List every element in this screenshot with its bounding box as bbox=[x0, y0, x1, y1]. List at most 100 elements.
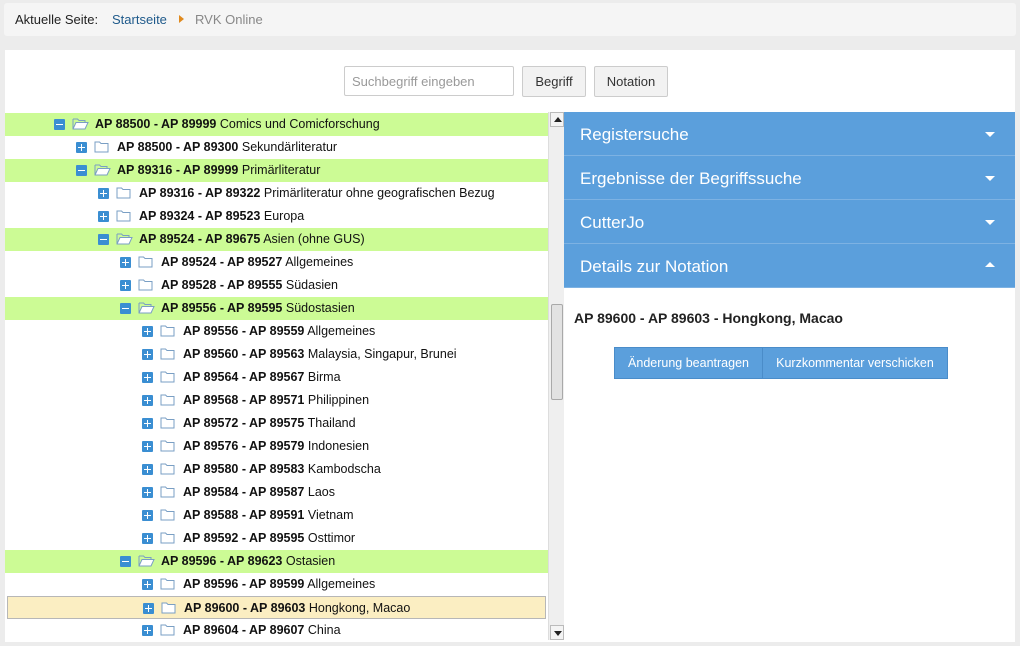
tree-row[interactable]: AP 89568 - AP 89571 Philippinen bbox=[5, 389, 548, 412]
tree-row-label[interactable]: AP 89316 - AP 89999 Primärliteratur bbox=[117, 163, 320, 177]
expand-icon[interactable] bbox=[76, 142, 87, 153]
tree-row[interactable]: AP 89596 - AP 89623 Ostasien bbox=[5, 550, 548, 573]
folder-icon bbox=[160, 623, 175, 636]
begriff-search-button[interactable]: Begriff bbox=[522, 66, 586, 97]
expand-icon[interactable] bbox=[142, 510, 153, 521]
tree-row[interactable]: AP 89524 - AP 89527 Allgemeines bbox=[5, 251, 548, 274]
notation-tree: AP 88500 - AP 89999 Comics und Comicfors… bbox=[5, 112, 564, 642]
tree-row[interactable]: AP 89316 - AP 89322 Primärliteratur ohne… bbox=[5, 182, 548, 205]
expand-icon[interactable] bbox=[142, 349, 153, 360]
accordion-header-registersuche[interactable]: Registersuche bbox=[564, 112, 1015, 156]
scroll-thumb[interactable] bbox=[551, 304, 563, 400]
accordion-header-notation-details[interactable]: Details zur Notation bbox=[564, 244, 1015, 288]
tree-row-label[interactable]: AP 89560 - AP 89563 Malaysia, Singapur, … bbox=[183, 347, 457, 361]
tree-row[interactable]: AP 89528 - AP 89555 Südasien bbox=[5, 274, 548, 297]
tree-row-label[interactable]: AP 88500 - AP 89999 Comics und Comicfors… bbox=[95, 117, 380, 131]
scroll-down-icon[interactable] bbox=[550, 625, 564, 640]
tree-row[interactable]: AP 89556 - AP 89595 Südostasien bbox=[5, 297, 548, 320]
notation-label: Südasien bbox=[285, 278, 338, 292]
send-comment-button[interactable]: Kurzkommentar verschicken bbox=[762, 347, 948, 379]
breadcrumb-home-link[interactable]: Startseite bbox=[112, 12, 167, 27]
tree-row[interactable]: AP 89576 - AP 89579 Indonesien bbox=[5, 435, 548, 458]
folder-icon bbox=[116, 209, 131, 222]
collapse-icon[interactable] bbox=[120, 556, 131, 567]
tree-row-label[interactable]: AP 89596 - AP 89623 Ostasien bbox=[161, 554, 335, 568]
folder-icon bbox=[161, 601, 176, 614]
expand-icon[interactable] bbox=[142, 441, 153, 452]
expand-icon[interactable] bbox=[142, 625, 153, 636]
tree-row-label[interactable]: AP 89324 - AP 89523 Europa bbox=[139, 209, 304, 223]
tree-row[interactable]: AP 89572 - AP 89575 Thailand bbox=[5, 412, 548, 435]
expand-icon[interactable] bbox=[143, 603, 154, 614]
tree-row[interactable]: AP 89556 - AP 89559 Allgemeines bbox=[5, 320, 548, 343]
tree-row-label[interactable]: AP 88500 - AP 89300 Sekundärliteratur bbox=[117, 140, 337, 154]
expand-icon[interactable] bbox=[120, 280, 131, 291]
expand-icon[interactable] bbox=[98, 211, 109, 222]
expand-icon[interactable] bbox=[142, 418, 153, 429]
collapse-icon[interactable] bbox=[76, 165, 87, 176]
tree-row-label[interactable]: AP 89528 - AP 89555 Südasien bbox=[161, 278, 338, 292]
tree-row-label[interactable]: AP 89580 - AP 89583 Kambodscha bbox=[183, 462, 381, 476]
notation-label: Malaysia, Singapur, Brunei bbox=[307, 347, 457, 361]
folder-icon bbox=[94, 140, 109, 153]
notation-label: Allgemeines bbox=[307, 324, 376, 338]
tree-row-label[interactable]: AP 89556 - AP 89595 Südostasien bbox=[161, 301, 355, 315]
tree-row-label[interactable]: AP 89564 - AP 89567 Birma bbox=[183, 370, 341, 384]
folder-icon bbox=[138, 278, 153, 291]
tree-row-label[interactable]: AP 89576 - AP 89579 Indonesien bbox=[183, 439, 369, 453]
notation-code: AP 89556 - AP 89595 bbox=[161, 301, 283, 315]
breadcrumb: Aktuelle Seite: Startseite RVK Online bbox=[4, 3, 1016, 36]
tree-row[interactable]: AP 89560 - AP 89563 Malaysia, Singapur, … bbox=[5, 343, 548, 366]
expand-icon[interactable] bbox=[98, 188, 109, 199]
search-input[interactable] bbox=[344, 66, 514, 96]
tree-row[interactable]: AP 89604 - AP 89607 China bbox=[5, 619, 548, 642]
tree-row-label[interactable]: AP 89524 - AP 89675 Asien (ohne GUS) bbox=[139, 232, 365, 246]
expand-icon[interactable] bbox=[142, 372, 153, 383]
accordion-header-begriffssuche-results[interactable]: Ergebnisse der Begriffssuche bbox=[564, 156, 1015, 200]
expand-icon[interactable] bbox=[142, 326, 153, 337]
tree-row[interactable]: AP 89592 - AP 89595 Osttimor bbox=[5, 527, 548, 550]
notation-code: AP 88500 - AP 89300 bbox=[117, 140, 239, 154]
tree-row[interactable]: AP 89596 - AP 89599 Allgemeines bbox=[5, 573, 548, 596]
notation-label: Asien (ohne GUS) bbox=[263, 232, 365, 246]
scroll-up-icon[interactable] bbox=[550, 112, 564, 127]
tree-row[interactable]: AP 89600 - AP 89603 Hongkong, Macao bbox=[7, 596, 546, 619]
expand-icon[interactable] bbox=[142, 395, 153, 406]
expand-icon[interactable] bbox=[142, 464, 153, 475]
collapse-icon[interactable] bbox=[120, 303, 131, 314]
tree-row[interactable]: AP 89324 - AP 89523 Europa bbox=[5, 205, 548, 228]
breadcrumb-separator-icon bbox=[179, 15, 184, 23]
collapse-icon[interactable] bbox=[98, 234, 109, 245]
tree-row[interactable]: AP 89580 - AP 89583 Kambodscha bbox=[5, 458, 548, 481]
tree-row-label[interactable]: AP 89524 - AP 89527 Allgemeines bbox=[161, 255, 353, 269]
tree-row[interactable]: AP 89524 - AP 89675 Asien (ohne GUS) bbox=[5, 228, 548, 251]
notation-code: AP 89560 - AP 89563 bbox=[183, 347, 305, 361]
tree-row[interactable]: AP 88500 - AP 89999 Comics und Comicfors… bbox=[5, 113, 548, 136]
tree-row-label[interactable]: AP 89596 - AP 89599 Allgemeines bbox=[183, 577, 375, 591]
expand-icon[interactable] bbox=[142, 579, 153, 590]
tree-row-label[interactable]: AP 89588 - AP 89591 Vietnam bbox=[183, 508, 354, 522]
expand-icon[interactable] bbox=[120, 257, 131, 268]
tree-row-label[interactable]: AP 89568 - AP 89571 Philippinen bbox=[183, 393, 369, 407]
tree-row[interactable]: AP 89584 - AP 89587 Laos bbox=[5, 481, 548, 504]
tree-row-label[interactable]: AP 89592 - AP 89595 Osttimor bbox=[183, 531, 355, 545]
tree-row-label[interactable]: AP 89604 - AP 89607 China bbox=[183, 623, 341, 637]
collapse-icon[interactable] bbox=[54, 119, 65, 130]
tree-row-label[interactable]: AP 89572 - AP 89575 Thailand bbox=[183, 416, 356, 430]
tree-row-label[interactable]: AP 89556 - AP 89559 Allgemeines bbox=[183, 324, 375, 338]
tree-row-label[interactable]: AP 89316 - AP 89322 Primärliteratur ohne… bbox=[139, 186, 495, 200]
tree-row-label[interactable]: AP 89600 - AP 89603 Hongkong, Macao bbox=[184, 601, 410, 615]
tree-row-label[interactable]: AP 89584 - AP 89587 Laos bbox=[183, 485, 335, 499]
request-change-button[interactable]: Änderung beantragen bbox=[614, 347, 763, 379]
tree-row[interactable]: AP 89588 - AP 89591 Vietnam bbox=[5, 504, 548, 527]
tree-scrollbar[interactable] bbox=[548, 112, 564, 640]
accordion-header-cutterjo[interactable]: CutterJo bbox=[564, 200, 1015, 244]
expand-icon[interactable] bbox=[142, 487, 153, 498]
tree-row[interactable]: AP 89564 - AP 89567 Birma bbox=[5, 366, 548, 389]
folder-icon bbox=[138, 255, 153, 268]
tree-row[interactable]: AP 88500 - AP 89300 Sekundärliteratur bbox=[5, 136, 548, 159]
expand-icon[interactable] bbox=[142, 533, 153, 544]
notation-code: AP 89600 - AP 89603 bbox=[184, 601, 306, 615]
tree-row[interactable]: AP 89316 - AP 89999 Primärliteratur bbox=[5, 159, 548, 182]
notation-search-button[interactable]: Notation bbox=[594, 66, 668, 97]
